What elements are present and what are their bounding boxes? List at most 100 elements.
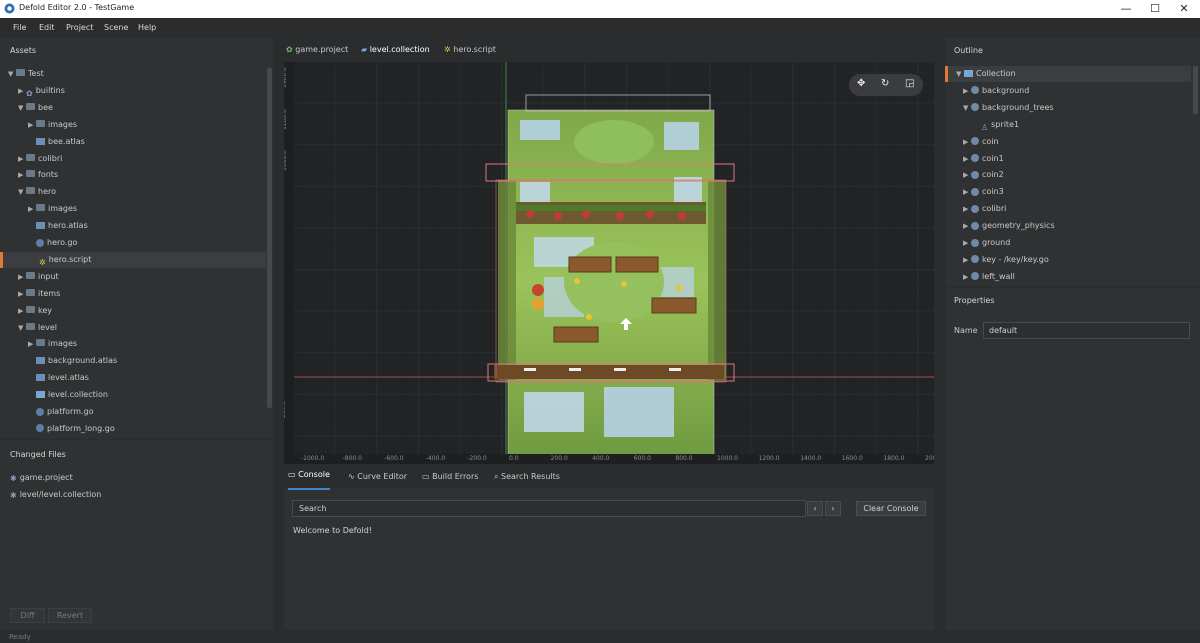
asset-item[interactable]: ✲ hero.script: [0, 251, 266, 268]
asset-item[interactable]: ▼ hero: [0, 184, 266, 200]
game-object-icon: [971, 137, 979, 146]
asset-item[interactable]: ▶ images: [0, 336, 266, 352]
chevron-right-icon[interactable]: ▶: [963, 252, 971, 268]
outline-item[interactable]: ▼ background_trees: [945, 100, 1191, 116]
maximize-button[interactable]: ☐: [1141, 0, 1169, 18]
tab-curve-editor[interactable]: ∿ Curve Editor: [348, 472, 407, 481]
asset-item[interactable]: ▶ images: [0, 117, 266, 133]
chevron-down-icon[interactable]: ▼: [18, 100, 26, 116]
changed-file-item[interactable]: ✱ level/level.collection: [10, 490, 101, 506]
scene-canvas[interactable]: [284, 62, 934, 464]
outline-item[interactable]: ▶ geometry_physics: [945, 218, 1191, 234]
chevron-down-icon[interactable]: ▼: [18, 184, 26, 200]
level-artwork[interactable]: [485, 94, 735, 457]
asset-item[interactable]: ▼ level: [0, 320, 266, 336]
tab-search-results[interactable]: ⌕ Search Results: [494, 472, 560, 482]
console-search-input[interactable]: Search: [292, 500, 806, 517]
asset-item[interactable]: platform_long.go: [0, 421, 266, 437]
asset-item[interactable]: ▶ images: [0, 201, 266, 217]
assets-scrollbar[interactable]: [267, 68, 272, 408]
changed-file-item[interactable]: ✱ game.project: [10, 473, 73, 489]
scale-tool-icon[interactable]: ◲: [905, 78, 914, 89]
chevron-right-icon[interactable]: ▶: [963, 83, 971, 99]
tab-game-project[interactable]: ✿ game.project: [286, 40, 348, 62]
ruler-x-tick: 1200.0: [758, 455, 780, 462]
outline-item[interactable]: ▶ background: [945, 83, 1191, 99]
asset-item[interactable]: ▼ Test: [0, 66, 266, 82]
asset-item[interactable]: bee.atlas: [0, 134, 266, 150]
asset-item[interactable]: platform.go: [0, 404, 266, 420]
outline-item[interactable]: ▶ ground: [945, 235, 1191, 251]
outline-item[interactable]: ▼ Collection: [945, 66, 1191, 82]
search-prev-button[interactable]: ‹: [807, 501, 823, 516]
scene-viewport[interactable]: -1000.0 -800.0 -600.0 -400.0 -200.0 0.0 200.0 4…: [284, 62, 934, 464]
asset-item[interactable]: ▶ fonts: [0, 167, 266, 183]
ruler-x-tick: 800.0: [675, 455, 693, 462]
asset-item[interactable]: ▼ bee: [0, 100, 266, 116]
menu-scene[interactable]: Scene: [104, 23, 128, 32]
chevron-right-icon[interactable]: ▶: [963, 167, 971, 183]
outline-item[interactable]: ▶ coin2: [945, 167, 1191, 183]
chevron-right-icon[interactable]: ▶: [963, 235, 971, 251]
chevron-right-icon[interactable]: ▶: [963, 134, 971, 150]
asset-item[interactable]: level.atlas: [0, 370, 266, 386]
asset-item[interactable]: hero.atlas: [0, 218, 266, 234]
chevron-right-icon[interactable]: ▶: [18, 303, 26, 319]
outline-item[interactable]: ▶ key - /key/key.go: [945, 252, 1191, 268]
asset-item[interactable]: ▶ key: [0, 303, 266, 319]
tab-build-errors[interactable]: ▭ Build Errors: [422, 472, 478, 481]
asset-item[interactable]: ▶ colibri: [0, 151, 266, 167]
outline-item[interactable]: ▶ left_wall: [945, 269, 1191, 285]
outline-item[interactable]: ▶ coin: [945, 134, 1191, 150]
chevron-right-icon[interactable]: ▶: [28, 117, 36, 133]
chevron-right-icon[interactable]: ▶: [28, 336, 36, 352]
rotate-tool-icon[interactable]: ↻: [881, 78, 889, 89]
title-bar: Defold Editor 2.0 - TestGame — ☐ ✕: [0, 0, 1200, 18]
outline-item[interactable]: ▶ coin3: [945, 184, 1191, 200]
menu-edit[interactable]: Edit: [39, 23, 55, 32]
chevron-right-icon[interactable]: ▶: [18, 167, 26, 183]
chevron-right-icon[interactable]: ▶: [18, 83, 26, 99]
chevron-right-icon[interactable]: ▶: [18, 151, 26, 167]
chevron-right-icon[interactable]: ▶: [963, 151, 971, 167]
asset-item[interactable]: hero.go: [0, 235, 266, 251]
tab-level-collection[interactable]: ▰ level.collection ✕: [361, 40, 435, 74]
asset-item[interactable]: background.atlas: [0, 353, 266, 369]
asset-item[interactable]: ▶ items: [0, 286, 266, 302]
window-title: Defold Editor 2.0 - TestGame: [19, 3, 135, 12]
close-window-button[interactable]: ✕: [1170, 0, 1198, 18]
asset-item-label: hero.go: [47, 238, 78, 247]
chevron-right-icon[interactable]: ▶: [963, 184, 971, 200]
clear-console-button[interactable]: Clear Console: [856, 501, 926, 516]
outline-scrollbar[interactable]: [1193, 66, 1198, 114]
name-field[interactable]: default: [983, 322, 1190, 339]
minimize-button[interactable]: —: [1112, 0, 1140, 18]
chevron-down-icon[interactable]: ▼: [956, 66, 964, 82]
game-object-icon: [971, 154, 979, 162]
chevron-down-icon[interactable]: ▼: [963, 100, 971, 116]
chevron-right-icon[interactable]: ▶: [18, 286, 26, 302]
menu-project[interactable]: Project: [66, 23, 93, 32]
menu-help[interactable]: Help: [138, 23, 156, 32]
tab-label: Console: [298, 470, 330, 479]
menu-file[interactable]: File: [13, 23, 26, 32]
search-next-button[interactable]: ›: [825, 501, 841, 516]
asset-item[interactable]: level.collection: [0, 387, 266, 403]
chevron-down-icon[interactable]: ▼: [8, 66, 16, 82]
move-tool-icon[interactable]: ✥: [857, 78, 865, 89]
diff-button[interactable]: Diff: [10, 608, 45, 623]
outline-item[interactable]: ▶ coin1: [945, 151, 1191, 167]
tab-hero-script[interactable]: ✲ hero.script: [444, 40, 496, 62]
chevron-right-icon[interactable]: ▶: [28, 201, 36, 217]
chevron-right-icon[interactable]: ▶: [963, 269, 971, 285]
chevron-down-icon[interactable]: ▼: [18, 320, 26, 336]
asset-item[interactable]: ▶ input: [0, 269, 266, 285]
asset-item[interactable]: ▶ ✿ builtins: [0, 83, 266, 99]
chevron-right-icon[interactable]: ▶: [963, 218, 971, 234]
outline-item[interactable]: ♙ sprite1: [945, 117, 1191, 133]
tab-console[interactable]: ▭ Console: [288, 470, 330, 490]
outline-item[interactable]: ▶ colibri: [945, 201, 1191, 217]
revert-button[interactable]: Revert: [48, 608, 92, 623]
chevron-right-icon[interactable]: ▶: [18, 269, 26, 285]
chevron-right-icon[interactable]: ▶: [963, 201, 971, 217]
